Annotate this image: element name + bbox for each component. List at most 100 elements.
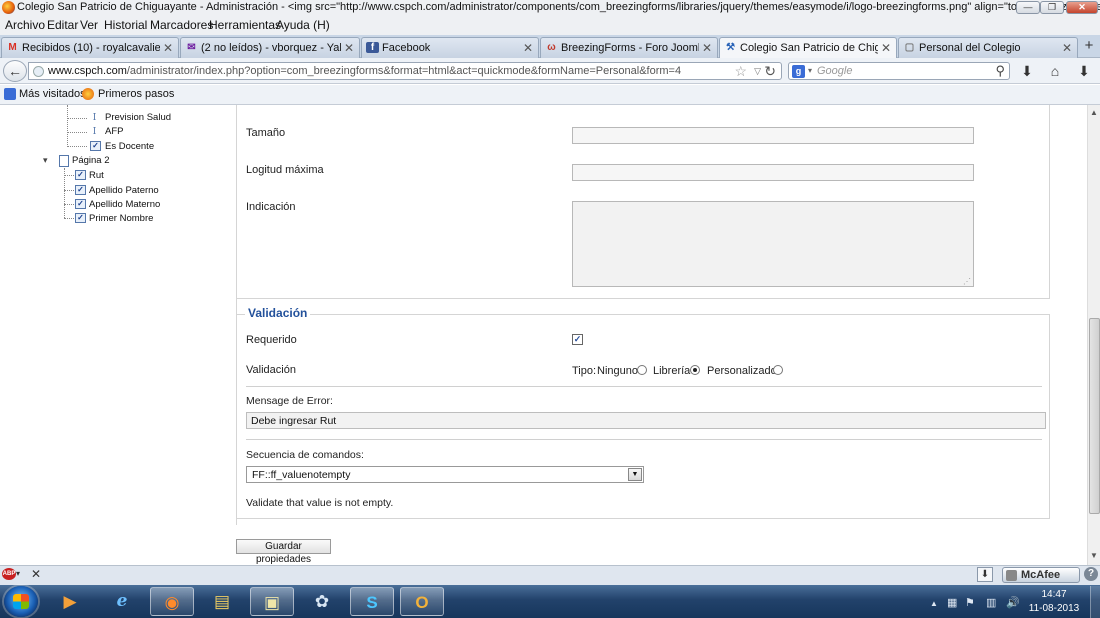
system-clock[interactable]: 14:47 11-08-2013 [1028,588,1080,616]
radio-library[interactable] [690,365,700,375]
google-engine-icon[interactable]: g [792,65,805,78]
tree-line [64,175,74,176]
volume-icon[interactable]: 🔊 [1006,596,1020,609]
download-status-icon[interactable]: ⬇ [977,567,993,582]
vertical-scrollbar[interactable]: ▲ ▼ [1087,105,1100,565]
downloads-icon[interactable]: ⬇ [1018,62,1036,80]
firefox-icon [2,1,15,14]
tab-personal[interactable]: ▢ Personal del Colegio ✕ [898,37,1078,58]
tab-facebook[interactable]: f Facebook ✕ [361,37,539,58]
close-tab-icon[interactable]: ✕ [523,41,533,55]
tree-item-prevision-salud[interactable]: Prevision Salud [105,112,171,123]
tab-colegio-active[interactable]: ⚒ Colegio San Patricio de Chiguay... ✕ [719,37,897,59]
gadgets-icon[interactable]: ✿ [300,587,344,616]
outlook-icon[interactable]: O [400,587,444,616]
adblock-plus-icon[interactable]: ABP [2,568,16,580]
gmail-icon: M [8,42,17,53]
url-text[interactable]: www.cspch.com/administrator/index.php?op… [48,65,681,77]
maxlength-input[interactable] [572,164,974,181]
menu-herramientas[interactable]: Herramientas [209,18,281,32]
url-bar[interactable]: www.cspch.com/administrator/index.php?op… [28,62,782,80]
tree-item-apellido-materno[interactable]: Apellido Materno [89,199,160,210]
help-icon[interactable]: ? [1084,567,1098,581]
tray-app-icon[interactable]: ▦ [947,596,957,609]
menu-marcadores[interactable]: Marcadores [150,18,213,32]
mcafee-site-advisor[interactable]: McAfee [1002,567,1080,583]
radio-custom[interactable] [773,365,783,375]
tab-breezingforms[interactable]: ω BreezingForms - Foro Joomla! - ... ✕ [540,37,718,58]
dropdown-arrow-icon[interactable]: ▼ [628,468,642,481]
media-player-icon[interactable]: ▶ [48,587,92,616]
close-addon-bar-icon[interactable]: ✕ [31,567,41,581]
menu-historial[interactable]: Historial [104,18,147,32]
new-tab-button[interactable]: + [1080,38,1098,54]
hint-textarea[interactable]: ⋰ [572,201,974,287]
hpnotes-icon[interactable]: ▣ [250,587,294,616]
explorer-folder-icon[interactable]: ▤ [200,587,244,616]
tab-label: Facebook [382,42,431,54]
maximize-button[interactable]: ❐ [1040,1,1064,14]
tree-page-2[interactable]: Página 2 [72,155,110,166]
command-sequence-select[interactable]: FF::ff_valuenotempty ▼ [246,466,644,483]
firefox-taskbar-icon[interactable]: ◉ [150,587,194,616]
tab-gmail[interactable]: M Recibidos (10) - royalcavaliere@... ✕ [1,37,179,58]
adblock-dropdown-icon[interactable]: ▾ [16,569,20,578]
menu-editar[interactable]: Editar [47,18,78,32]
required-checkbox[interactable]: ✓ [572,334,583,345]
reload-icon[interactable]: ↻ [764,63,776,80]
size-input[interactable] [572,127,974,144]
tree-item-rut[interactable]: Rut [89,170,104,181]
tree-line [64,190,74,191]
close-tab-icon[interactable]: ✕ [1062,41,1072,55]
bookmark-most-visited[interactable]: Más visitados [19,88,86,100]
save-properties-button[interactable]: Guardar propiedades [236,539,331,565]
menu-ver[interactable]: Ver [80,18,98,32]
textfield-icon: ✓ [75,185,86,195]
close-tab-icon[interactable]: ✕ [881,41,891,55]
home-icon[interactable]: ⌂ [1046,62,1064,80]
addon-download-icon[interactable]: ⬇ [1075,62,1093,80]
action-center-flag-icon[interactable]: ⚑ [965,596,975,609]
site-identity-icon[interactable] [33,66,44,77]
page-icon [59,155,69,167]
url-history-dropdown-icon[interactable]: ▽ [754,66,761,77]
close-tab-icon[interactable]: ✕ [344,41,354,55]
tree-item-apellido-paterno[interactable]: Apellido Paterno [89,185,159,196]
minimize-button[interactable]: — [1016,1,1040,14]
clock-date: 11-08-2013 [1028,603,1080,614]
search-bar[interactable]: g ▾ Google ⚲ [788,62,1010,80]
tree-item-primer-nombre[interactable]: Primer Nombre [89,213,153,224]
screen: Colegio San Patricio de Chiguayante - Ad… [0,0,1100,618]
search-icon[interactable]: ⚲ [995,63,1005,79]
radio-none[interactable] [637,365,647,375]
bookmark-first-steps[interactable]: Primeros pasos [98,88,174,100]
tree-item-es-docente[interactable]: Es Docente [105,141,154,152]
start-button[interactable] [4,586,38,617]
menu-ayuda[interactable]: Ayuda (H) [276,18,330,32]
error-message-input[interactable]: Debe ingresar Rut [246,412,1046,429]
window-title-bar: Colegio San Patricio de Chiguayante - Ad… [0,0,1100,16]
close-window-button[interactable]: ✕ [1066,1,1098,14]
textfield-icon: ✓ [75,213,86,223]
scroll-thumb[interactable] [1089,318,1100,514]
show-desktop-button[interactable] [1090,586,1100,618]
close-tab-icon[interactable]: ✕ [163,41,173,55]
scroll-down-icon[interactable]: ▼ [1090,551,1098,560]
bookmark-star-icon[interactable]: ☆ [734,63,747,80]
resize-grip-icon[interactable]: ⋰ [963,277,971,286]
network-icon[interactable]: ▥ [986,596,996,609]
scroll-up-icon[interactable]: ▲ [1090,108,1098,117]
engine-dropdown-icon[interactable]: ▾ [808,66,812,75]
required-label: Requerido [246,334,297,346]
tree-item-afp[interactable]: AFP [105,126,123,137]
internet-explorer-icon[interactable]: e [100,587,144,616]
close-tab-icon[interactable]: ✕ [702,41,712,55]
skype-icon[interactable]: S [350,587,394,616]
collapse-toggle-icon[interactable]: ▾ [43,155,48,166]
bookmarks-toolbar: Más visitados Primeros pasos [0,85,1100,105]
show-hidden-icons-icon[interactable]: ▲ [930,599,938,608]
checkbox-field-icon: ✓ [90,141,101,151]
menu-archivo[interactable]: Archivo [5,18,45,32]
back-button[interactable]: ← [3,60,27,82]
tab-yahoo[interactable]: ✉ (2 no leídos) - vborquez - Yahoo.... ✕ [180,37,360,58]
